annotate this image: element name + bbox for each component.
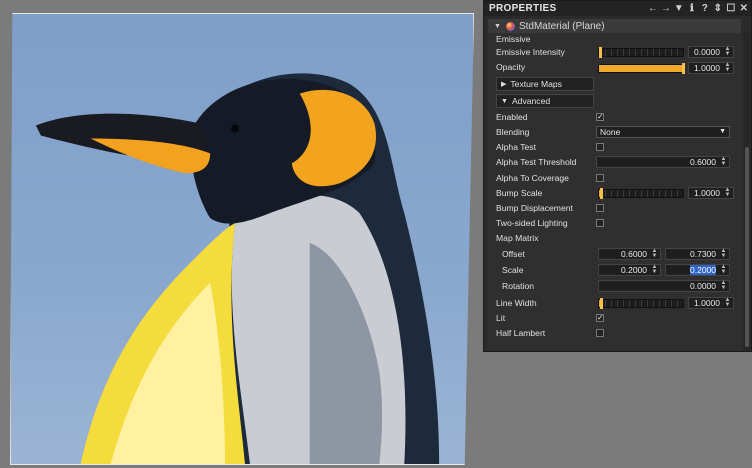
panel-title: PROPERTIES xyxy=(489,3,557,14)
info-icon[interactable]: ℹ xyxy=(686,3,698,14)
offset-y-field[interactable]: 0.7300 ▲ ▼ xyxy=(665,248,730,260)
slider-knob[interactable] xyxy=(600,298,603,309)
scale-label: Scale xyxy=(502,265,524,275)
close-icon[interactable]: ✕ xyxy=(738,3,750,14)
panel-scrollbar[interactable] xyxy=(744,33,750,351)
spinner-icon[interactable]: ▲ ▼ xyxy=(651,264,658,275)
slider-knob[interactable] xyxy=(600,188,603,199)
bump-displacement-label: Bump Displacement xyxy=(496,203,573,213)
advanced-label: Advanced xyxy=(511,96,551,106)
two-sided-lighting-label: Two-sided Lighting xyxy=(496,218,568,228)
alpha-to-coverage-checkbox[interactable] xyxy=(596,174,604,182)
emissive-intensity-slider[interactable] xyxy=(598,47,684,58)
blending-select[interactable]: None ▼ xyxy=(596,126,730,138)
forward-arrow-icon[interactable]: → xyxy=(660,3,672,14)
alpha-test-label: Alpha Test xyxy=(496,142,536,152)
expand-icon[interactable]: ⇕ xyxy=(712,3,724,14)
spinner-icon[interactable]: ▲ ▼ xyxy=(724,62,731,73)
half-lambert-label: Half Lambert xyxy=(496,328,546,338)
bump-scale-slider[interactable] xyxy=(598,188,684,199)
emissive-intensity-label: Emissive Intensity xyxy=(496,47,565,57)
offset-label: Offset xyxy=(502,249,525,259)
opacity-label: Opacity xyxy=(496,62,526,72)
advanced-section[interactable]: ▼ Advanced xyxy=(496,94,594,108)
collapse-triangle-icon[interactable]: ▼ xyxy=(494,23,501,30)
emissive-label: Emissive xyxy=(496,34,531,44)
line-width-field[interactable]: 1.0000 ▲ ▼ xyxy=(688,297,734,309)
panel-header: PROPERTIES ← → ▼ ℹ ? ⇕ ☐ ✕ xyxy=(484,1,751,16)
scrollbar-thumb[interactable] xyxy=(745,147,749,347)
properties-panel: PROPERTIES ← → ▼ ℹ ? ⇕ ☐ ✕ ▼ StdMaterial… xyxy=(483,0,752,352)
properties-content: Emissive Emissive Intensity 0.0000 ▲ ▼ Op… xyxy=(488,33,741,351)
two-sided-lighting-checkbox[interactable] xyxy=(596,219,604,227)
map-matrix-label: Map Matrix xyxy=(496,233,539,243)
texture-maps-label: Texture Maps xyxy=(510,79,562,89)
help-icon[interactable]: ? xyxy=(699,3,711,14)
maximize-icon[interactable]: ☐ xyxy=(725,3,737,14)
material-header[interactable]: ▼ StdMaterial (Plane) xyxy=(488,19,741,33)
texture-maps-section[interactable]: ▶ Texture Maps xyxy=(496,77,594,91)
alpha-to-coverage-label: Alpha To Coverage xyxy=(496,173,569,183)
panel-toolbar: ← → ▼ ℹ ? ⇕ ☐ ✕ xyxy=(647,3,751,14)
spinner-icon[interactable]: ▲ ▼ xyxy=(651,248,658,259)
offset-x-field[interactable]: 0.6000 ▲ ▼ xyxy=(598,248,661,260)
alpha-test-threshold-label: Alpha Test Threshold xyxy=(496,157,577,167)
half-lambert-checkbox[interactable] xyxy=(596,329,604,337)
enabled-checkbox[interactable]: ✓ xyxy=(596,113,604,121)
bump-scale-field[interactable]: 1.0000 ▲ ▼ xyxy=(688,187,734,199)
lit-label: Lit xyxy=(496,313,506,323)
scale-x-field[interactable]: 0.2000 ▲ ▼ xyxy=(598,264,661,276)
scale-y-field[interactable]: 0.2000 ▲ ▼ xyxy=(665,264,730,276)
line-width-label: Line Width xyxy=(496,298,537,308)
collapse-triangle-icon: ▼ xyxy=(501,97,508,105)
penguin-texture xyxy=(35,73,440,464)
rotation-label: Rotation xyxy=(502,281,535,291)
enabled-label: Enabled xyxy=(496,112,528,122)
opacity-slider[interactable] xyxy=(598,63,685,74)
back-arrow-icon[interactable]: ← xyxy=(647,3,659,14)
material-title: StdMaterial (Plane) xyxy=(518,20,605,32)
dropdown-icon[interactable]: ▼ xyxy=(673,3,685,14)
lit-checkbox[interactable]: ✓ xyxy=(596,314,604,322)
bump-scale-label: Bump Scale xyxy=(496,188,543,198)
spinner-icon[interactable]: ▲ ▼ xyxy=(720,156,727,167)
spinner-icon[interactable]: ▲ ▼ xyxy=(720,280,727,291)
spinner-icon[interactable]: ▲ ▼ xyxy=(724,46,731,57)
slider-fill xyxy=(599,65,683,72)
alpha-test-checkbox[interactable] xyxy=(596,143,604,151)
expand-triangle-icon: ▶ xyxy=(501,81,507,88)
chevron-down-icon: ▼ xyxy=(719,128,726,135)
alpha-test-threshold-field[interactable]: 0.6000 ▲ ▼ xyxy=(596,156,730,168)
bump-displacement-checkbox[interactable] xyxy=(596,204,604,212)
slider-knob[interactable] xyxy=(682,63,685,74)
opacity-field[interactable]: 1.0000 ▲ ▼ xyxy=(688,62,734,74)
line-width-slider[interactable] xyxy=(598,298,684,309)
material-sphere-icon xyxy=(505,21,515,31)
spinner-icon[interactable]: ▲ ▼ xyxy=(724,187,731,198)
spinner-icon[interactable]: ▲ ▼ xyxy=(720,264,727,275)
spinner-icon[interactable]: ▲ ▼ xyxy=(720,248,727,259)
emissive-intensity-field[interactable]: 0.0000 ▲ ▼ xyxy=(688,46,734,58)
blending-label: Blending xyxy=(496,127,530,137)
textured-plane xyxy=(10,13,474,465)
spinner-icon[interactable]: ▲ ▼ xyxy=(724,297,731,308)
rotation-field[interactable]: 0.0000 ▲ ▼ xyxy=(598,280,730,292)
slider-knob[interactable] xyxy=(599,47,602,58)
